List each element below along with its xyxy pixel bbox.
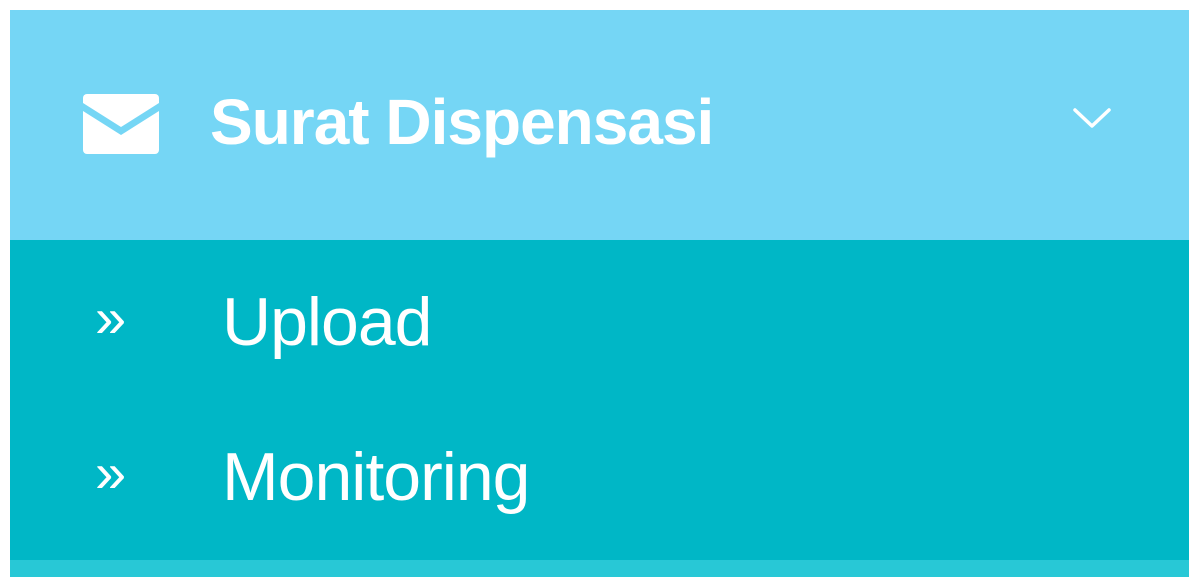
menu-header-label: Surat Dispensasi (210, 86, 714, 158)
double-chevron-right-icon: » (95, 441, 127, 504)
envelope-icon (83, 94, 159, 154)
submenu-item-label: Monitoring (222, 439, 530, 515)
submenu: » Upload » Monitoring (10, 240, 1189, 560)
submenu-item-monitoring[interactable]: » Monitoring (10, 405, 1189, 555)
divider (10, 560, 1189, 577)
submenu-item-upload[interactable]: » Upload (10, 250, 1189, 400)
double-chevron-right-icon: » (95, 286, 127, 349)
submenu-item-label: Upload (222, 284, 432, 360)
chevron-down-icon[interactable] (1072, 105, 1112, 131)
menu-header-surat-dispensasi[interactable]: Surat Dispensasi (10, 10, 1189, 240)
sidebar-menu: Surat Dispensasi » Upload » Monitoring (10, 10, 1189, 577)
